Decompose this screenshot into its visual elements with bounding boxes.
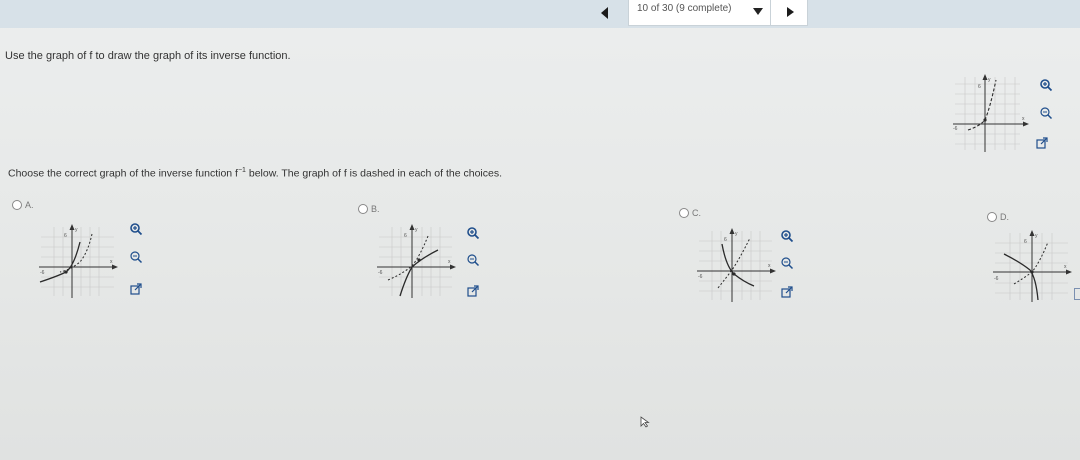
zoom-out-icon[interactable] [1039,106,1053,120]
choice-c-radio[interactable]: C. [679,208,701,218]
svg-text:y: y [1035,233,1038,239]
axis-label-y: y [988,77,991,83]
choice-b-zoom-out-icon[interactable] [466,253,480,267]
right-arrow-icon [787,7,794,17]
choice-b-zoom-in-icon[interactable] [466,226,480,240]
svg-text:6: 6 [724,237,727,243]
f-graph: y x 6 -6 [953,74,1029,152]
choice-b-label: B. [371,204,380,214]
radio-button[interactable] [987,212,997,222]
svg-text:6: 6 [64,233,67,239]
radio-button[interactable] [679,208,689,218]
svg-text:x: x [768,263,771,269]
svg-text:-6: -6 [378,270,383,276]
choice-a-graph: y x 6 -6 [39,224,118,298]
svg-text:x: x [1064,264,1067,270]
choice-b-popout-icon[interactable] [466,284,480,298]
svg-text:-6: -6 [994,276,999,282]
choice-a-zoom-in-icon[interactable] [129,222,143,236]
choice-c-graph: y x 6 -6 [697,228,776,302]
inverse-superscript: −1 [237,167,246,174]
inverse-curve [721,243,755,287]
instruction-before: Choose the correct graph of the inverse … [8,167,238,180]
tick-label-pos: 6 [978,84,981,90]
choice-a-popout-icon[interactable] [129,282,143,296]
svg-text:x: x [110,259,113,265]
svg-text:y: y [735,231,738,237]
progress-text: 10 of 30 (9 complete) [637,3,732,14]
mouse-cursor-icon [640,416,650,428]
next-question-button[interactable] [770,0,809,25]
previous-question-arrow-icon[interactable] [601,7,608,19]
svg-text:6: 6 [1024,239,1027,245]
inverse-curve [39,241,81,283]
question-prompt: Use the graph of f to draw the graph of … [5,50,291,62]
svg-text:-6: -6 [40,270,45,276]
choice-c-popout-icon[interactable] [780,285,794,299]
svg-text:y: y [415,227,418,233]
tick-label-neg: -6 [953,126,958,132]
choice-a-label: A. [25,200,34,210]
choice-c-zoom-out-icon[interactable] [780,256,794,270]
svg-text:6: 6 [404,233,407,239]
choice-a-zoom-out-icon[interactable] [129,250,143,264]
caret-down-icon[interactable] [753,8,763,15]
choice-d-graph: y x 6 -6 [993,230,1072,302]
choice-d-radio[interactable]: D. [987,212,1009,222]
f-curve-dashed [967,79,997,131]
radio-button[interactable] [358,204,368,214]
popout-icon[interactable] [1035,136,1049,150]
svg-text:x: x [448,259,451,265]
choice-b-graph: y x 6 -6 [377,224,456,298]
zoom-in-icon[interactable] [1039,78,1053,92]
svg-text:-6: -6 [698,274,703,280]
svg-text:y: y [75,227,78,233]
f-curve-dashed [59,233,93,273]
axis-label-x: x [1022,116,1025,122]
choice-d-label: D. [1000,212,1009,222]
instruction-text: Choose the correct graph of the inverse … [8,167,502,180]
choice-a-radio[interactable]: A. [12,200,34,210]
choice-c-zoom-in-icon[interactable] [780,229,794,243]
instruction-after: below. The graph of f is dashed in each … [245,167,503,180]
question-progress-dropdown[interactable]: 10 of 30 (9 complete) [628,0,808,26]
radio-button[interactable] [12,200,22,210]
top-bar [0,0,1080,28]
choice-b-radio[interactable]: B. [358,204,380,214]
choice-d-partial-icon[interactable] [1074,288,1080,300]
graph-point [983,118,987,122]
choice-c-label: C. [692,208,701,218]
